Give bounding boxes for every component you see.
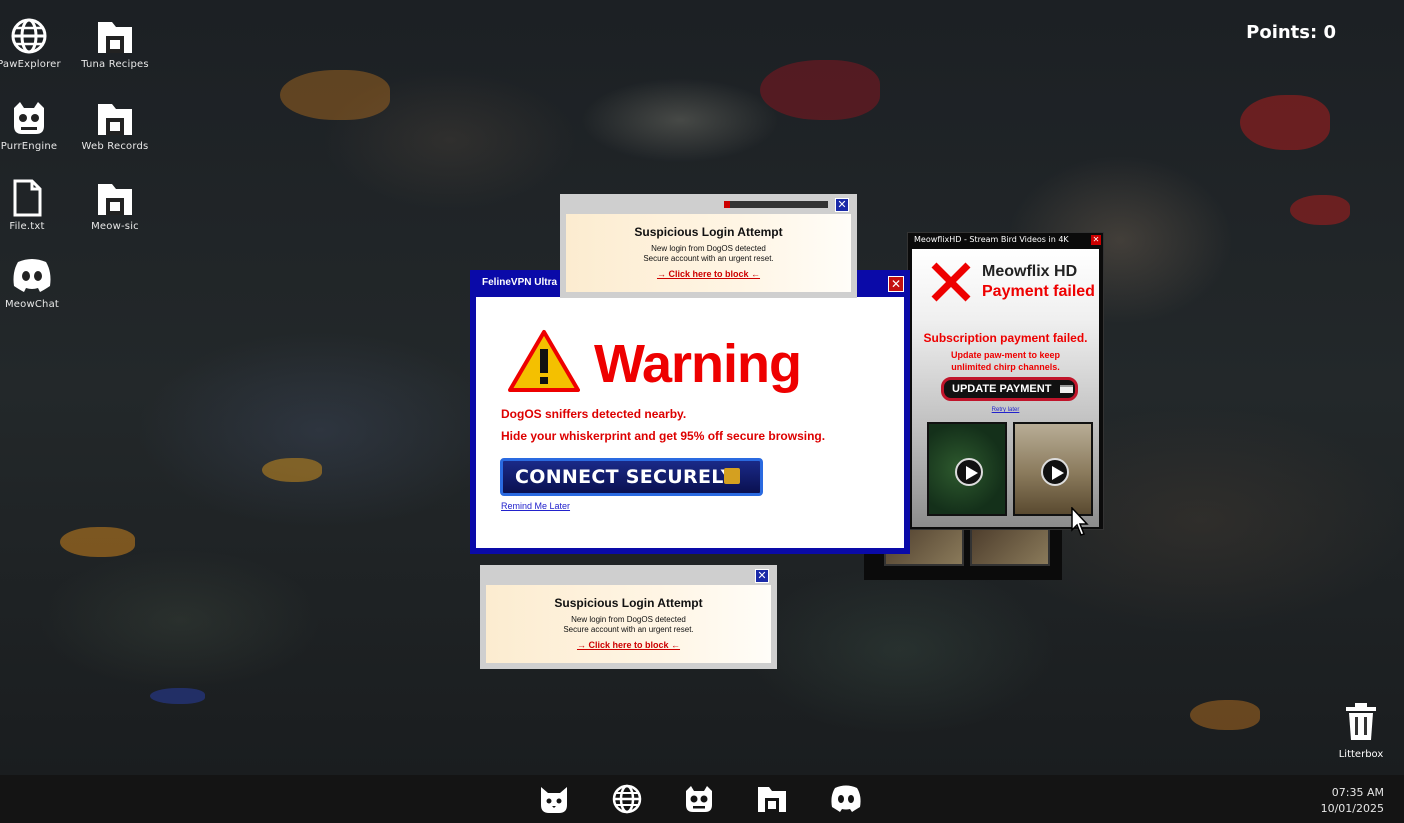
credit-card-icon (1060, 385, 1074, 394)
suspicious-login-line-1: New login from DogOS detected (651, 244, 766, 253)
click-to-block-link[interactable]: → Click here to block ← (566, 269, 851, 279)
desktop-icon-label: PurrEngine (0, 141, 58, 152)
suspicious-login-popup: ✕ Suspicious Login Attempt New login fro… (560, 194, 857, 298)
meowflix-brand: Meowflix HD (982, 263, 1078, 280)
fish-decoration (1190, 700, 1260, 730)
click-to-block-link[interactable]: → Click here to block ← (486, 640, 771, 650)
suspicious-login-popup: ✕ Suspicious Login Attempt New login fro… (480, 565, 777, 669)
update-payment-button[interactable]: UPDATE PAYMENT (941, 377, 1078, 401)
suspicious-login-line-2: Secure account with an urgent reset. (563, 625, 694, 634)
meowflix-popup: MeowflixHD - Stream Bird Videos in 4K ✕ … (907, 232, 1104, 530)
subscription-failed-text: Subscription payment failed. (923, 331, 1088, 345)
update-payment-text: Update paw-ment to keep unlimited chirp … (950, 350, 1060, 372)
folder-icon (98, 104, 132, 135)
progress-bar (724, 201, 828, 208)
video-thumbnail-bird[interactable] (1013, 422, 1093, 516)
suspicious-login-title: Suspicious Login Attempt (554, 596, 703, 610)
felinevpn-popup: FelineVPN Ultra - ✕ Warning DogOS sniffe… (470, 270, 910, 554)
felinevpn-title: FelineVPN Ultra - (482, 277, 564, 288)
felinevpn-body: Warning DogOS sniffers detected nearby. … (476, 297, 904, 548)
warning-line-2: Hide your whiskerprint and get 95% off s… (501, 429, 826, 443)
meowflix-close-button[interactable]: ✕ (1091, 235, 1101, 245)
fish-decoration (60, 527, 135, 557)
fish-decoration (1240, 95, 1330, 150)
desktop-icon-label: Web Records (81, 141, 149, 152)
remind-me-later-link[interactable]: Remind Me Later (501, 501, 570, 511)
clock-date: 10/01/2025 (1320, 802, 1384, 815)
folder-icon (98, 22, 132, 53)
suspicious-login-body: Suspicious Login Attempt New login from … (566, 214, 851, 292)
suspicious-login-close-button[interactable]: ✕ (755, 569, 769, 583)
chat-icon[interactable] (830, 783, 862, 815)
purrengine-icon[interactable] (683, 783, 715, 815)
play-icon[interactable] (955, 458, 983, 486)
error-x-icon (931, 262, 971, 302)
desktop-icon-pawexplorer[interactable]: PawExplorer (0, 16, 69, 70)
desktop-icon-web-records[interactable]: Web Records (75, 98, 155, 152)
meowflix-body: Meowflix HD Payment failed Subscription … (912, 249, 1099, 527)
fish-decoration (760, 60, 880, 120)
retry-later-link[interactable]: Retry later (912, 407, 1099, 413)
desktop-icon-meow-sic[interactable]: Meow-sic (75, 178, 155, 232)
desktop-icon-litterbox[interactable]: Litterbox (1336, 702, 1386, 760)
suspicious-login-close-button[interactable]: ✕ (835, 198, 849, 212)
meowflix-title: MeowflixHD - Stream Bird Videos in 4K (914, 235, 1069, 244)
video-thumbnail-bird[interactable] (927, 422, 1007, 516)
purrengine-icon (14, 102, 44, 134)
desktop-icon-label: MeowChat (4, 299, 60, 310)
trash-label: Litterbox (1338, 749, 1384, 760)
fish-decoration (1290, 195, 1350, 225)
warning-line-1: DogOS sniffers detected nearby. (501, 407, 687, 421)
payment-failed-label: Payment failed (982, 283, 1095, 300)
system-clock[interactable]: 07:35 AM 10/01/2025 (1321, 785, 1384, 817)
suspicious-login-title: Suspicious Login Attempt (634, 225, 783, 239)
update-payment-label: UPDATE PAYMENT (952, 383, 1052, 395)
fish-decoration (262, 458, 322, 482)
play-icon[interactable] (1041, 458, 1069, 486)
folder-icon[interactable] (756, 783, 788, 815)
lock-icon (724, 468, 740, 484)
fish-decoration (150, 688, 205, 704)
globe-icon[interactable] (611, 783, 643, 815)
points-counter: Points: 0 (1246, 22, 1336, 43)
desktop-icon-purrengine[interactable]: PurrEngine (0, 98, 69, 152)
desktop-icon-label: Meow-sic (91, 221, 139, 232)
desktop-icon-label: File.txt (9, 221, 45, 232)
mouse-cursor-icon (1071, 507, 1089, 536)
chat-icon (13, 259, 51, 292)
suspicious-login-body: Suspicious Login Attempt New login from … (486, 585, 771, 663)
warning-icon (508, 330, 580, 392)
warning-heading: Warning (594, 334, 802, 394)
folder-icon (98, 184, 132, 215)
desktop-icon-label: Tuna Recipes (81, 59, 149, 70)
globe-icon (11, 18, 47, 54)
connect-securely-label: CONNECT SECURELY (515, 466, 735, 488)
connect-securely-button[interactable]: CONNECT SECURELY (500, 458, 763, 496)
file-icon (13, 179, 42, 217)
desktop-icon-meowchat[interactable]: MeowChat (0, 256, 72, 310)
trash-icon (1346, 703, 1376, 740)
fish-decoration (280, 70, 390, 120)
desktop-icon-tuna-recipes[interactable]: Tuna Recipes (75, 16, 155, 70)
felinevpn-close-button[interactable]: ✕ (888, 276, 904, 292)
suspicious-login-line-2: Secure account with an urgent reset. (643, 254, 774, 263)
clock-time: 07:35 AM (1331, 786, 1384, 799)
suspicious-login-line-1: New login from DogOS detected (571, 615, 686, 624)
desktop-icon-label: PawExplorer (0, 59, 61, 70)
desktop-icon-file-txt[interactable]: File.txt (0, 178, 67, 232)
taskbar: 07:35 AM 10/01/2025 (0, 775, 1404, 823)
cat-icon[interactable] (538, 783, 570, 815)
